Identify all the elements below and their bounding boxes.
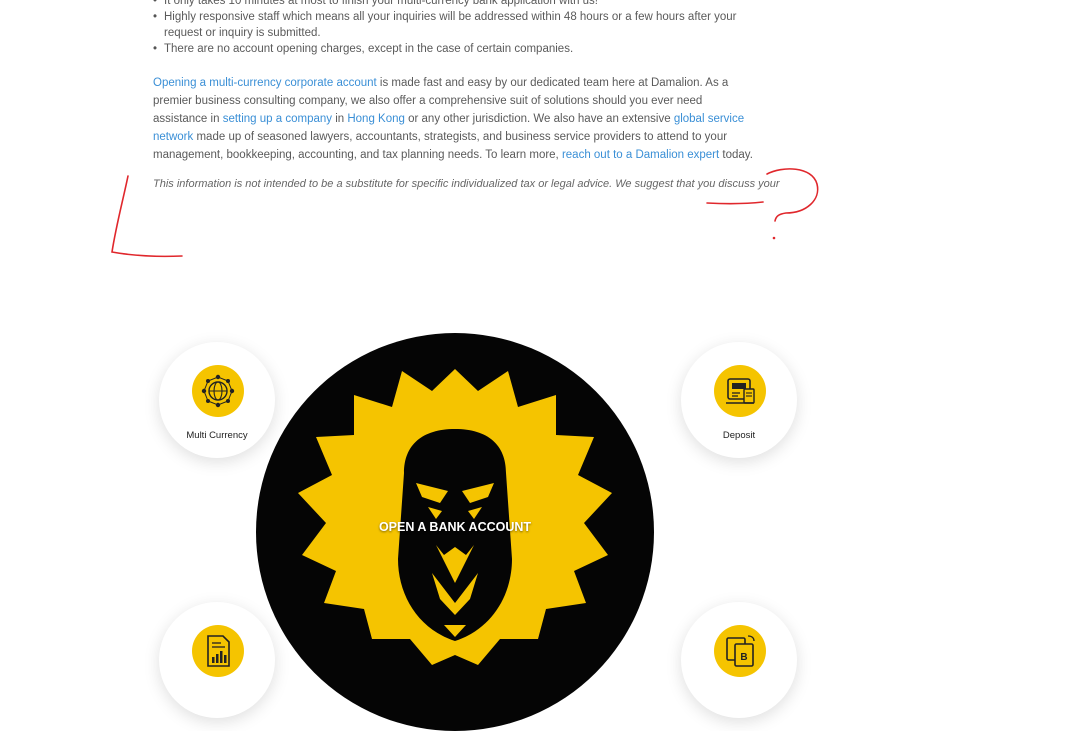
body-paragraph: Opening a multi-currency corporate accou… <box>153 74 758 164</box>
link-hong-kong[interactable]: Hong Kong <box>347 113 405 125</box>
globe-network-icon <box>192 365 244 417</box>
open-bank-account-hero[interactable]: OPEN A BANK ACCOUNT <box>256 333 654 731</box>
paragraph-text: in <box>332 113 348 125</box>
atm-card-icon <box>714 365 766 417</box>
svg-text:B: B <box>740 652 747 663</box>
open-bank-account-button[interactable]: OPEN A BANK ACCOUNT <box>256 520 654 534</box>
link-opening-account[interactable]: Opening a multi-currency corporate accou… <box>153 77 377 89</box>
exchange-card[interactable]: B <box>681 602 797 718</box>
annotation-underline <box>706 201 764 205</box>
report-document-icon <box>192 625 244 677</box>
paragraph-text: today. <box>719 149 753 161</box>
list-item: There are no account opening charges, ex… <box>153 41 753 57</box>
deposit-label: Deposit <box>722 430 756 441</box>
disclaimer-text: This information is not intended to be a… <box>153 178 780 190</box>
exchange-document-icon: B <box>714 625 766 677</box>
list-item: It only takes 10 minutes at most to fini… <box>153 0 753 9</box>
link-setting-up-company[interactable]: setting up a company <box>223 113 332 125</box>
list-item: Highly responsive staff which means all … <box>153 9 753 41</box>
paragraph-text: or any other jurisdiction. We also have … <box>404 113 674 125</box>
deposit-card[interactable]: Deposit <box>681 342 797 458</box>
link-damalion-expert[interactable]: reach out to a Damalion expert <box>562 149 719 161</box>
annotation-question-dot <box>772 236 776 240</box>
benefits-list: It only takes 10 minutes at most to fini… <box>153 0 753 57</box>
